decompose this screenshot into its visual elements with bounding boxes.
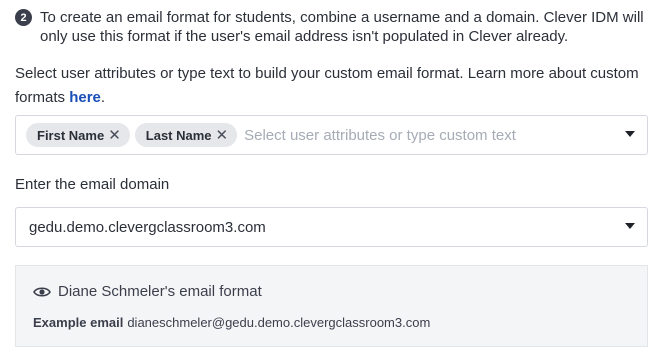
chip-label: Last Name — [145, 127, 212, 143]
email-domain-select[interactable]: gedu.demo.clevergclassroom3.com — [15, 207, 648, 247]
chip-first-name: First Name ✕ — [26, 123, 130, 147]
example-email-label: Example email — [33, 315, 124, 330]
remove-chip-icon[interactable]: ✕ — [216, 126, 229, 144]
chevron-down-icon[interactable] — [625, 223, 635, 229]
step-number-badge: 2 — [15, 9, 32, 26]
step-instruction: 2 To create an email format for students… — [15, 8, 645, 46]
format-placeholder[interactable]: Select user attributes or type custom te… — [244, 127, 516, 144]
remove-chip-icon[interactable]: ✕ — [108, 126, 121, 144]
intro-suffix: . — [100, 89, 106, 106]
preview-title: Diane Schmeler's email format — [33, 283, 262, 300]
domain-value: gedu.demo.clevergclassroom3.com — [29, 218, 266, 236]
step-text: To create an email format for students, … — [40, 9, 644, 45]
chip-last-name: Last Name ✕ — [134, 123, 238, 147]
email-format-select[interactable]: First Name ✕ Last Name ✕ Select user att… — [15, 115, 648, 155]
chip-label: First Name — [37, 127, 105, 143]
format-intro: Select user attributes or type text to b… — [15, 62, 645, 110]
custom-formats-link[interactable]: here — [69, 89, 101, 106]
example-email: Example email dianeschmeler@gedu.demo.cle… — [33, 315, 430, 330]
chevron-down-icon[interactable] — [625, 131, 635, 137]
preview-title-text: Diane Schmeler's email format — [58, 283, 262, 300]
intro-text: Select user attributes or type text to b… — [15, 65, 639, 106]
example-email-value: dianeschmeler@gedu.demo.clevergclassroom… — [127, 315, 431, 330]
email-preview-panel: Diane Schmeler's email format Example em… — [15, 265, 648, 347]
eye-icon — [33, 286, 51, 297]
domain-label: Enter the email domain — [15, 176, 170, 193]
